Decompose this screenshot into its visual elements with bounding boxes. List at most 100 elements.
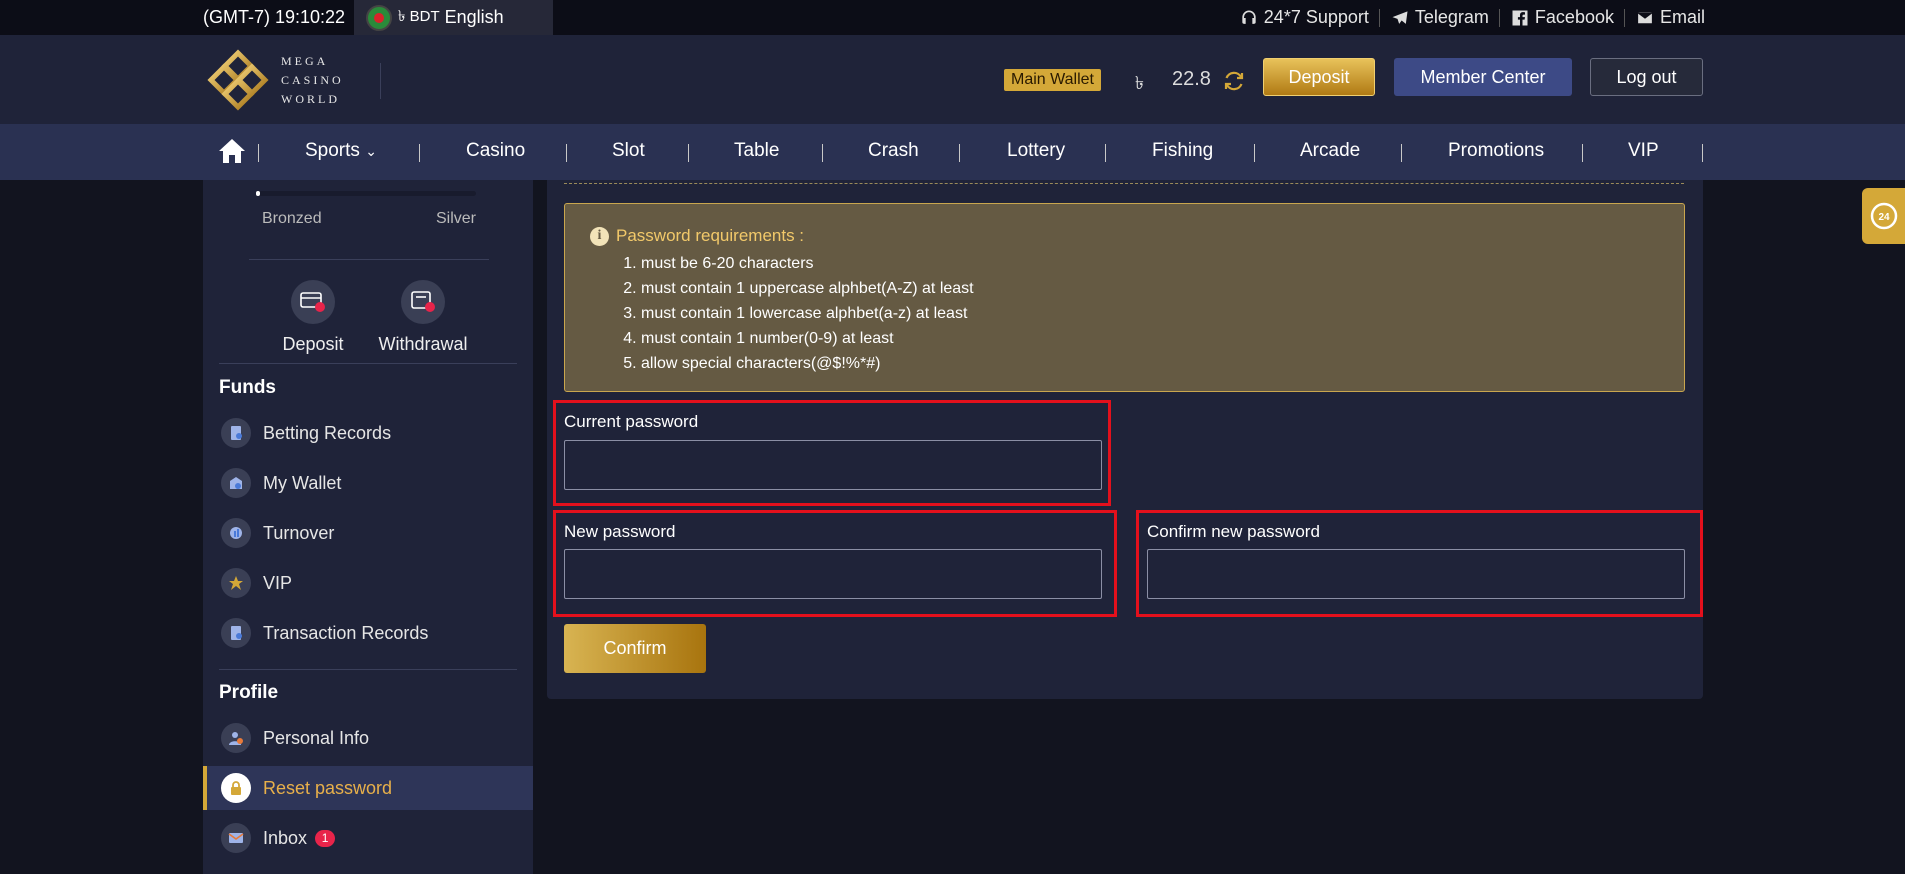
new-password-input[interactable]	[564, 549, 1102, 599]
logo-line: WORLD	[281, 91, 340, 106]
user-icon	[221, 723, 251, 753]
current-password-label: Current password	[564, 412, 699, 431]
divider	[380, 63, 381, 99]
document-icon	[221, 618, 251, 648]
nav-slot[interactable]: Slot	[612, 140, 645, 162]
nav-divider	[419, 144, 420, 162]
nav-divider	[959, 144, 960, 162]
facebook-link[interactable]: Facebook	[1510, 7, 1614, 28]
nav-casino[interactable]: Casino	[466, 140, 525, 162]
nav-vip[interactable]: VIP	[1628, 140, 1659, 162]
sidebar-item-reset-password[interactable]: Reset password	[203, 766, 533, 810]
sidebar-item-inbox[interactable]: Inbox 1	[203, 816, 533, 860]
quick-label: Deposit	[282, 334, 344, 354]
new-password-label: New password	[564, 522, 676, 541]
main-nav: Sports ⌄ Casino Slot Table Crash Lottery…	[0, 124, 1905, 180]
sidebar-item-my-wallet[interactable]: My Wallet	[203, 461, 533, 505]
deposit-button[interactable]: Deposit	[1263, 58, 1375, 96]
logout-button[interactable]: Log out	[1590, 58, 1703, 96]
language-selector[interactable]: ৳ BDT English	[354, 0, 553, 35]
telegram-icon	[1392, 10, 1408, 24]
nav-crash[interactable]: Crash	[868, 140, 919, 162]
divider	[1378, 8, 1380, 27]
nav-promotions[interactable]: Promotions	[1448, 140, 1544, 162]
requirement-item: must be 6-20 characters	[641, 251, 974, 276]
member-center-button[interactable]: Member Center	[1394, 58, 1572, 96]
inbox-count-badge: 1	[315, 829, 336, 847]
sidebar-item-betting-records[interactable]: Betting Records	[203, 411, 533, 455]
nav-divider	[822, 144, 823, 162]
wallet-icon	[221, 468, 251, 498]
sidebar-item-label: Inbox	[263, 827, 308, 848]
sidebar-item-label: My Wallet	[263, 472, 342, 493]
requirement-item: must contain 1 lowercase alphbet(a-z) at…	[641, 301, 974, 326]
nav-divider	[258, 144, 259, 162]
support-label: 24*7 Support	[1263, 7, 1369, 27]
sidebar-item-vip[interactable]: VIP	[203, 561, 533, 605]
confirm-button[interactable]: Confirm	[564, 624, 706, 673]
top-links: 24*7 Support Telegram Facebook Email	[1239, 0, 1705, 35]
main-wallet-label: Main Wallet	[1004, 69, 1101, 91]
nav-arcade[interactable]: Arcade	[1300, 140, 1360, 162]
nav-divider	[1702, 144, 1703, 162]
quick-deposit[interactable]: Deposit	[263, 280, 363, 355]
site-logo[interactable]: MEGA CASINO WORLD	[207, 49, 344, 111]
divider	[1498, 8, 1500, 27]
chart-icon	[221, 518, 251, 548]
nav-table[interactable]: Table	[734, 140, 779, 162]
sidebar-item-label: Turnover	[263, 522, 335, 543]
nav-divider	[1582, 144, 1583, 162]
nav-divider	[1254, 144, 1255, 162]
telegram-link[interactable]: Telegram	[1390, 7, 1489, 28]
password-requirements-box: i Password requirements : must be 6-20 c…	[564, 203, 1685, 392]
requirement-item: must contain 1 uppercase alphbet(A-Z) at…	[641, 276, 974, 301]
sidebar-item-label: VIP	[263, 572, 293, 593]
home-icon[interactable]	[218, 138, 246, 164]
level-to: Silver	[436, 210, 477, 227]
divider	[219, 669, 517, 670]
nav-divider	[1105, 144, 1106, 162]
divider	[219, 363, 517, 364]
facebook-icon	[1512, 10, 1528, 25]
phone-24-icon: 24	[1870, 202, 1897, 230]
logo-text: MEGA CASINO WORLD	[281, 52, 344, 109]
nav-divider	[1401, 144, 1402, 162]
logo-line: CASINO	[281, 72, 344, 87]
nav-fishing[interactable]: Fishing	[1152, 140, 1213, 162]
quick-withdrawal[interactable]: Withdrawal	[373, 280, 473, 355]
facebook-label: Facebook	[1534, 7, 1614, 27]
envelope-icon	[1636, 11, 1654, 24]
email-link[interactable]: Email	[1635, 7, 1705, 28]
level-from: Bronzed	[262, 210, 322, 227]
vip-progress-fill	[256, 191, 261, 196]
sidebar-item-turnover[interactable]: Turnover	[203, 511, 533, 555]
logo-mark-icon	[207, 49, 269, 111]
wallet-currency: ৳	[1135, 73, 1144, 93]
header: MEGA CASINO WORLD Main Wallet ৳ 22.8 Dep…	[0, 35, 1905, 124]
nav-sports[interactable]: Sports ⌄	[305, 140, 377, 162]
wallet-balance: 22.8	[1172, 68, 1211, 90]
sidebar-item-label: Transaction Records	[263, 622, 429, 643]
deposit-card-icon	[291, 280, 335, 324]
divider	[564, 183, 1684, 184]
lock-icon	[221, 773, 251, 803]
email-label: Email	[1659, 7, 1705, 27]
sidebar-item-personal-info[interactable]: Personal Info	[203, 716, 533, 760]
top-bar: (GMT-7) 19:10:22 ৳ BDT English 24*7 Supp…	[0, 0, 1905, 35]
clock: (GMT-7) 19:10:22	[203, 7, 346, 27]
reset-password-panel: i Password requirements : must be 6-20 c…	[547, 180, 1703, 699]
vip-star-icon	[221, 568, 251, 598]
nav-lottery[interactable]: Lottery	[1007, 140, 1065, 162]
live-support-float[interactable]: 24	[1862, 188, 1905, 244]
requirements-title-text: Password requirements :	[616, 226, 805, 245]
requirements-title: i Password requirements :	[590, 226, 804, 246]
sidebar-item-label: Personal Info	[263, 727, 370, 748]
account-sidebar: Bronzed Silver Deposit Withdrawal Funds …	[203, 180, 533, 874]
vip-progress-bar	[256, 191, 476, 196]
sidebar-item-transaction-records[interactable]: Transaction Records	[203, 611, 533, 655]
support-link[interactable]: 24*7 Support	[1239, 7, 1369, 28]
confirm-password-input[interactable]	[1147, 549, 1685, 599]
bangladesh-flag-icon	[366, 4, 392, 31]
current-password-input[interactable]	[564, 440, 1102, 490]
refresh-icon[interactable]	[1222, 69, 1246, 93]
